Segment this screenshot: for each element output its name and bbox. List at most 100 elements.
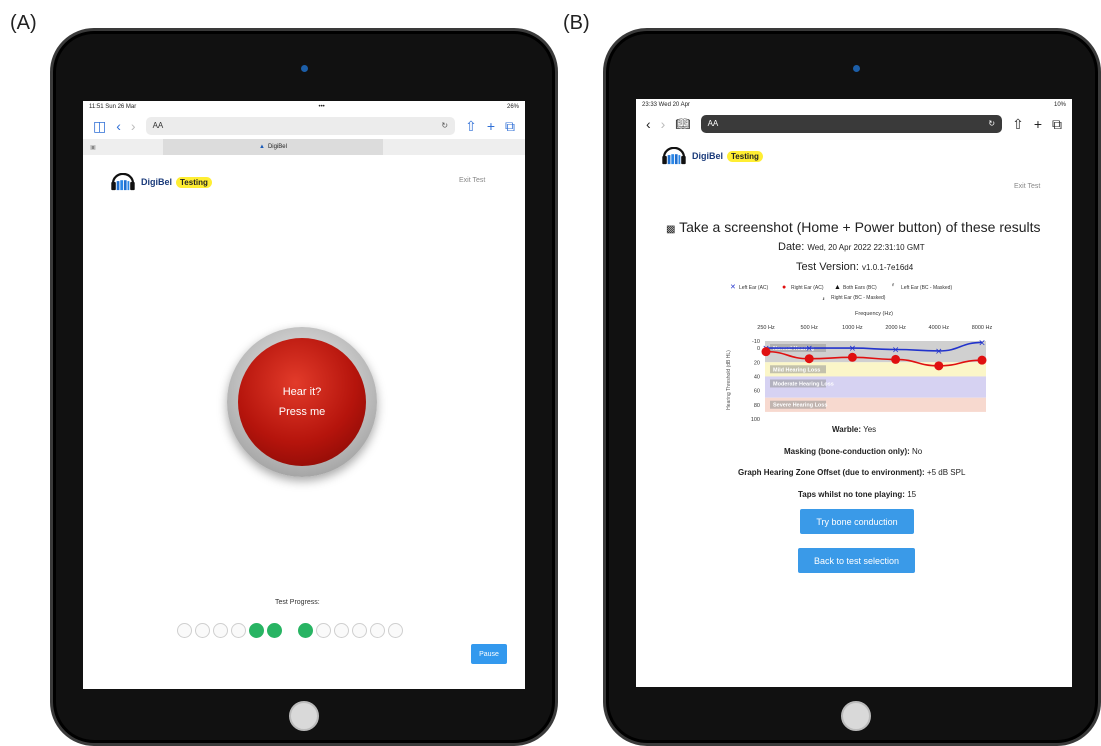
masking-label: Masking (bone-conduction only):	[784, 447, 910, 456]
digibel-logo: DigiBel Testing	[109, 173, 212, 191]
x-tick-label: 500 Hz	[800, 325, 818, 331]
hear-it-button[interactable]: Hear it? Press me	[238, 338, 366, 466]
progress-dot	[316, 623, 331, 638]
warble-value: Yes	[863, 425, 877, 434]
status-battery: 10%	[1053, 102, 1066, 108]
address-bar[interactable]: AA ↻	[145, 117, 456, 135]
version-value: v1.0.1-7e16d4	[862, 263, 914, 272]
legend-entry: Right Ear (AC)	[791, 285, 824, 291]
reader-icon[interactable]: AA	[153, 121, 164, 131]
progress-dot	[177, 623, 192, 638]
forward-icon[interactable]: ›	[661, 116, 666, 132]
test-progress-label: Test Progress:	[275, 599, 320, 606]
close-tab-icon[interactable]: ▣	[83, 144, 103, 151]
screenshot-heading: ▩ Take a screenshot (Home + Power button…	[666, 219, 1041, 235]
share-icon[interactable]: ⇧	[465, 118, 477, 135]
browser-toolbar: ‹ › 📖︎ AA ↻ ⇧ + ⧉	[636, 111, 1072, 137]
right-ear-point	[934, 361, 944, 371]
right-ear-point	[891, 354, 901, 364]
camera-icon: ▩	[666, 224, 676, 235]
x-tick-label: 1000 Hz	[842, 325, 863, 331]
camera-icon	[853, 65, 860, 72]
legend-entry: Right Ear (BC - Masked)	[831, 295, 886, 301]
date-label: Date:	[778, 241, 805, 253]
tablet-b: 23:33 Wed 20 Apr 10% ‹ › 📖︎ AA ↻ ⇧ + ⧉ D…	[603, 28, 1101, 746]
taps-value: 15	[907, 490, 917, 499]
progress-dot	[249, 623, 264, 638]
home-button[interactable]	[289, 701, 319, 731]
logo-text: DigiBel	[141, 177, 173, 187]
exit-test-link[interactable]: Exit Test	[459, 177, 485, 184]
taps-line: Taps whilst no tone playing: 15	[798, 490, 916, 499]
home-button[interactable]	[841, 701, 871, 731]
y-tick-label: 20	[754, 360, 760, 366]
warble-line: Warble: Yes	[832, 425, 876, 434]
progress-dot	[195, 623, 210, 638]
progress-dot	[213, 623, 228, 638]
forward-icon[interactable]: ›	[131, 118, 136, 134]
progress-dot	[370, 623, 385, 638]
reload-icon[interactable]: ↻	[988, 119, 995, 129]
legend-marker-icon: ⸢	[892, 283, 895, 291]
left-ear-point: ×	[849, 344, 857, 354]
hear-it-label: Hear it?	[282, 386, 322, 398]
right-ear-point	[847, 352, 857, 362]
offset-value: +5 dB SPL	[926, 468, 966, 477]
tab-bar: ▣ ▲ DigiBel	[83, 139, 525, 155]
exit-test-link[interactable]: Exit Test	[1014, 183, 1040, 190]
zone-label: Mild Hearing Loss	[773, 367, 820, 373]
status-bar: 23:33 Wed 20 Apr 10%	[636, 99, 1072, 111]
tab-digibel[interactable]: ▲ DigiBel	[163, 139, 383, 155]
bookmarks-icon[interactable]: 📖︎	[675, 117, 690, 131]
masking-line: Masking (bone-conduction only): No	[784, 447, 922, 456]
pause-button[interactable]: Pause	[471, 644, 507, 664]
press-me-label: Press me	[278, 406, 326, 418]
y-axis-label: Hearing Threshold (dB HL)	[726, 350, 732, 410]
sidebar-icon[interactable]: ◫	[93, 118, 106, 135]
left-ear-point: ×	[935, 347, 943, 357]
reload-icon[interactable]: ↻	[441, 121, 448, 131]
tabs-icon[interactable]: ⧉	[505, 118, 515, 135]
status-time: 23:33 Wed 20 Apr	[642, 102, 690, 108]
address-bar[interactable]: AA ↻	[700, 115, 1003, 133]
back-icon[interactable]: ‹	[646, 116, 651, 132]
progress-dot	[388, 623, 403, 638]
back-icon[interactable]: ‹	[116, 118, 121, 134]
panel-a-label: (A)	[10, 12, 37, 34]
progress-dot	[298, 623, 313, 638]
share-icon[interactable]: ⇧	[1012, 116, 1024, 133]
y-tick-label: 100	[751, 417, 760, 423]
hear-button-ring: Hear it? Press me	[227, 327, 377, 477]
left-ear-point: ×	[892, 346, 900, 356]
masking-value: No	[912, 447, 923, 456]
x-tick-label: 2000 Hz	[885, 325, 906, 331]
progress-dot	[352, 623, 367, 638]
version-line: Test Version: v1.0.1-7e16d4	[796, 261, 913, 273]
x-tick-label: 250 Hz	[757, 325, 775, 331]
new-tab-icon[interactable]: +	[487, 118, 495, 134]
tabs-icon[interactable]: ⧉	[1052, 116, 1062, 133]
back-to-test-selection-button[interactable]: Back to test selection	[798, 548, 915, 573]
taps-label: Taps whilst no tone playing:	[798, 490, 905, 499]
testing-badge: Testing	[176, 176, 212, 188]
headphones-logo-icon	[662, 147, 686, 165]
camera-icon	[301, 65, 308, 72]
try-bone-conduction-button[interactable]: Try bone conduction	[800, 509, 914, 534]
progress-dot	[334, 623, 349, 638]
right-ear-point	[977, 355, 987, 365]
progress-dots	[177, 623, 403, 638]
browser-toolbar: ◫ ‹ › AA ↻ ⇧ + ⧉	[83, 113, 525, 139]
status-battery: 26%	[506, 104, 519, 110]
left-ear-point: ×	[978, 338, 986, 348]
audiogram-chart: ✕ Left Ear (AC) ● Right Ear (AC) ▲ Both Ears …	[726, 283, 993, 423]
x-tick-label: 4000 Hz	[929, 325, 950, 331]
date-value: Wed, 20 Apr 2022 22:31:10 GMT	[807, 243, 925, 252]
zone-label: Moderate Hearing Loss	[773, 381, 834, 387]
right-ear-point	[804, 354, 814, 364]
new-tab-icon[interactable]: +	[1034, 116, 1042, 132]
x-tick-label: 8000 Hz	[972, 325, 993, 331]
legend-entry: Left Ear (BC - Masked)	[901, 285, 952, 291]
left-ear-point: ×	[805, 344, 813, 354]
reader-icon[interactable]: AA	[708, 119, 719, 129]
chart-title: Frequency (Hz)	[855, 311, 893, 317]
